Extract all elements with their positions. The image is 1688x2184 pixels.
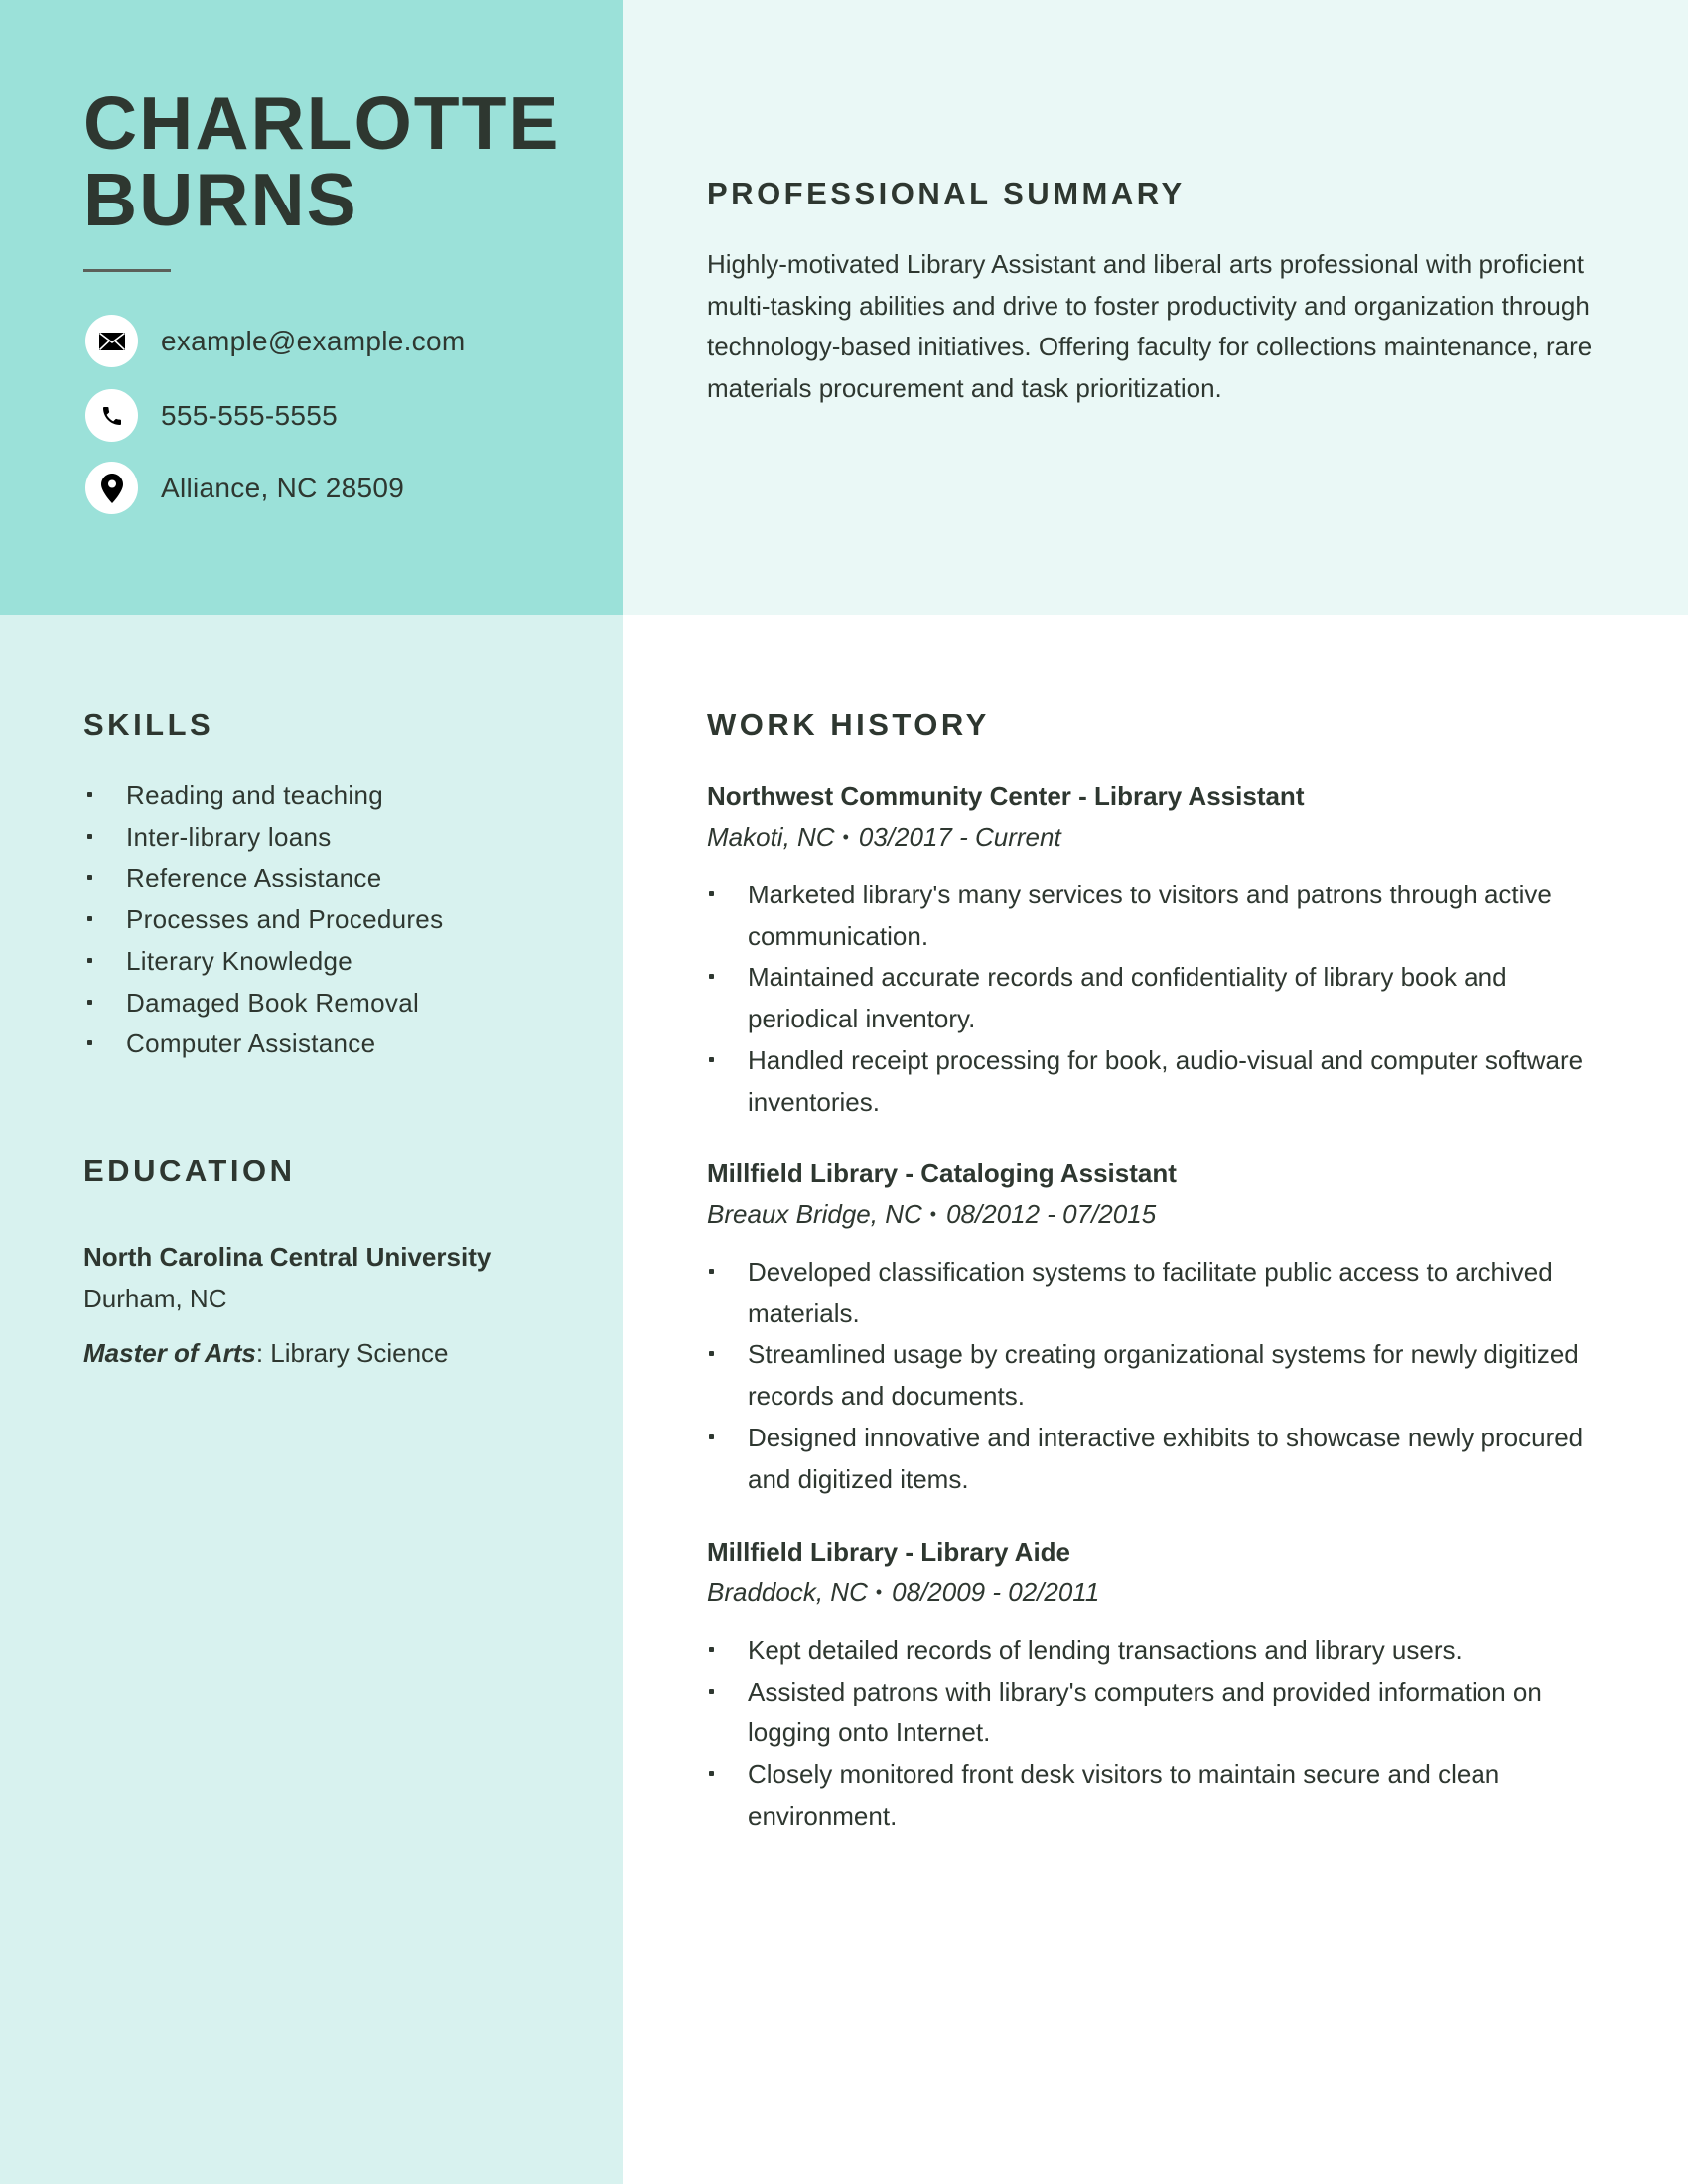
job-bullet: Streamlined usage by creating organizati… (707, 1334, 1601, 1417)
job-bullet: Developed classification systems to faci… (707, 1252, 1601, 1334)
skills-heading: SKILLS (83, 707, 214, 742)
job-bullet: Handled receipt processing for book, aud… (707, 1040, 1601, 1123)
education-degree: Master of Arts: Library Science (83, 1333, 610, 1375)
position: Library Assistant (1094, 781, 1305, 811)
title-separator: - (898, 1159, 921, 1188)
contact-email: example@example.com (85, 315, 465, 367)
job-entry: Millfield Library - Library Aide Braddoc… (707, 1532, 1630, 1838)
name-divider (83, 269, 171, 272)
skill-item: Processes and Procedures (85, 899, 602, 941)
skill-item: Reference Assistance (85, 858, 602, 899)
degree-field: : Library Science (255, 1338, 449, 1368)
skill-item: Inter-library loans (85, 817, 602, 859)
employer: Northwest Community Center (707, 781, 1071, 811)
email-link[interactable]: example@example.com (161, 326, 465, 357)
skill-item: Damaged Book Removal (85, 983, 602, 1024)
job-bullet: Maintained accurate records and confiden… (707, 957, 1601, 1039)
meta-separator: • (929, 1204, 937, 1224)
last-name: BURNS (83, 158, 358, 241)
skill-item: Computer Assistance (85, 1024, 602, 1065)
title-separator: - (1070, 781, 1095, 811)
skills-list: Reading and teaching Inter-library loans… (85, 775, 602, 1065)
employer: Millfield Library (707, 1537, 899, 1567)
education-location: Durham, NC (83, 1284, 227, 1313)
job-bullet: Assisted patrons with library's computer… (707, 1672, 1601, 1754)
education-heading: EDUCATION (83, 1154, 296, 1188)
phone-number: 555-555-5555 (161, 399, 338, 431)
phone-icon (85, 389, 138, 442)
work-history-heading: WORK HISTORY (707, 707, 990, 742)
job-meta: Braddock, NC • 08/2009 - 02/2011 (707, 1572, 1630, 1613)
job-title: Millfield Library - Cataloging Assistant (707, 1154, 1630, 1194)
job-title: Northwest Community Center - Library Ass… (707, 776, 1630, 817)
contact-location: Alliance, NC 28509 (85, 462, 404, 514)
meta-separator: • (842, 827, 849, 847)
location-text: Alliance, NC 28509 (161, 472, 405, 503)
job-bullets: Marketed library's many services to visi… (707, 875, 1601, 1123)
skill-item: Reading and teaching (85, 775, 602, 817)
job-bullets: Kept detailed records of lending transac… (707, 1630, 1601, 1838)
skill-item: Literary Knowledge (85, 941, 602, 983)
education-school: North Carolina Central University (83, 1242, 492, 1272)
job-dates: 03/2017 - Current (858, 822, 1061, 852)
summary-text: Highly-motivated Library Assistant and l… (707, 249, 1593, 404)
job-bullet: Marketed library's many services to visi… (707, 875, 1601, 957)
summary-heading: PROFESSIONAL SUMMARY (707, 176, 1186, 210)
job-location: Makoti, NC (707, 822, 835, 852)
job-dates: 08/2009 - 02/2011 (892, 1577, 1100, 1607)
position: Library Aide (920, 1537, 1071, 1567)
job-location: Braddock, NC (707, 1577, 868, 1607)
degree-name: Master of Arts (83, 1338, 256, 1368)
map-pin-icon (85, 462, 138, 514)
envelope-icon (85, 315, 138, 367)
job-title: Millfield Library - Library Aide (707, 1532, 1630, 1572)
title-separator: - (898, 1537, 921, 1567)
first-name: CHARLOTTE (83, 81, 561, 165)
job-bullet: Kept detailed records of lending transac… (707, 1630, 1601, 1672)
job-meta: Breaux Bridge, NC • 08/2012 - 07/2015 (707, 1194, 1630, 1235)
job-location: Breaux Bridge, NC (707, 1199, 922, 1229)
contact-phone: 555-555-5555 (85, 389, 338, 442)
meta-separator: • (875, 1582, 883, 1602)
position: Cataloging Assistant (920, 1159, 1177, 1188)
job-bullet: Closely monitored front desk visitors to… (707, 1754, 1601, 1837)
employer: Millfield Library (707, 1159, 899, 1188)
job-bullet: Designed innovative and interactive exhi… (707, 1418, 1601, 1500)
job-dates: 08/2012 - 07/2015 (946, 1199, 1157, 1229)
candidate-name: CHARLOTTE BURNS (83, 85, 560, 238)
job-bullets: Developed classification systems to faci… (707, 1252, 1601, 1500)
job-meta: Makoti, NC • 03/2017 - Current (707, 817, 1630, 858)
job-entry: Millfield Library - Cataloging Assistant… (707, 1154, 1630, 1500)
job-entry: Northwest Community Center - Library Ass… (707, 776, 1630, 1123)
